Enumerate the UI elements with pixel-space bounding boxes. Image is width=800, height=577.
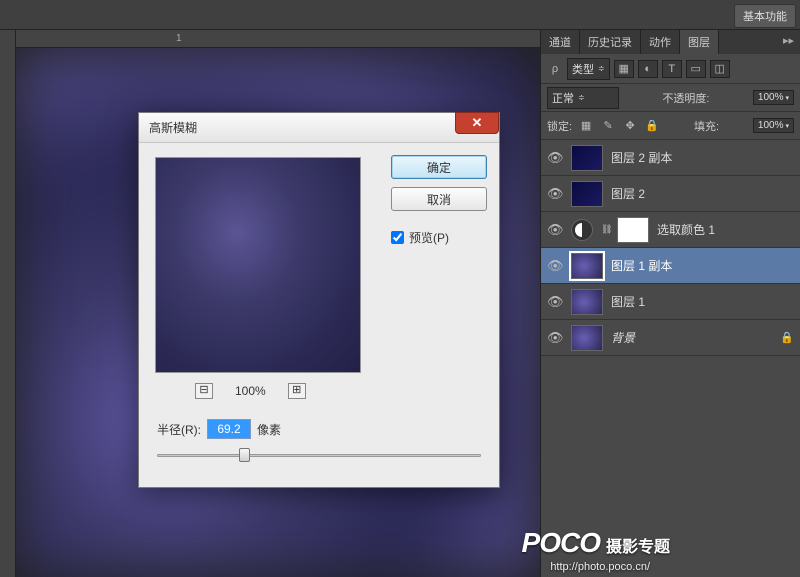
layer-name[interactable]: 图层 1 副本: [611, 257, 672, 274]
dialog-title: 高斯模糊: [149, 119, 197, 136]
layer-thumbnail[interactable]: [571, 181, 603, 207]
layer-thumbnail[interactable]: [571, 253, 603, 279]
slider-track: [157, 454, 481, 457]
zoom-level: 100%: [235, 384, 266, 398]
visibility-icon[interactable]: 👁: [547, 330, 563, 346]
visibility-icon[interactable]: 👁: [547, 294, 563, 310]
close-icon: ✕: [472, 115, 483, 131]
zoom-in-button[interactable]: ⊞: [288, 383, 306, 399]
panel-menu-icon[interactable]: ▸▸: [777, 30, 800, 54]
visibility-icon[interactable]: 👁: [547, 222, 563, 238]
gaussian-blur-dialog: 高斯模糊 ✕ ⊟ 100% ⊞ 半径(R): 像素: [138, 112, 500, 488]
layer-thumbnail[interactable]: [571, 325, 603, 351]
fill-label: 填充:: [694, 118, 719, 134]
layer-row[interactable]: 👁 图层 1: [541, 284, 800, 320]
layers-list: 👁 图层 2 副本 👁 图层 2 👁 ⛓ 选取颜色 1 �: [541, 140, 800, 356]
layer-name[interactable]: 选取颜色 1: [657, 221, 715, 238]
right-panel: 通道 历史记录 动作 图层 ▸▸ ρ 类型≑ ▦ ◐ T ▭ ◫ 正常≑: [540, 30, 800, 577]
visibility-icon[interactable]: 👁: [547, 186, 563, 202]
opacity-label: 不透明度:: [662, 90, 709, 106]
slider-knob[interactable]: [239, 448, 250, 462]
link-icon: ⛓: [601, 224, 609, 235]
chevron-down-icon: ≑: [598, 64, 605, 73]
filter-smart-icon[interactable]: ◫: [710, 60, 730, 78]
lock-paint-icon[interactable]: ✎: [600, 119, 616, 133]
tab-actions[interactable]: 动作: [641, 30, 680, 54]
layer-row[interactable]: 👁 ⛓ 选取颜色 1: [541, 212, 800, 248]
preview-checkbox-row[interactable]: 预览(P): [391, 229, 487, 246]
filter-shape-icon[interactable]: ▭: [686, 60, 706, 78]
radius-slider[interactable]: [157, 447, 481, 463]
ruler-vertical: [0, 30, 16, 577]
radius-unit: 像素: [257, 421, 281, 438]
layer-thumbnail[interactable]: [571, 145, 603, 171]
zoom-out-button[interactable]: ⊟: [195, 383, 213, 399]
filter-adjust-icon[interactable]: ◐: [638, 60, 658, 78]
layer-row-selected[interactable]: 👁 图层 1 副本: [541, 248, 800, 284]
tab-channels[interactable]: 通道: [541, 30, 580, 54]
adjustment-icon[interactable]: [571, 219, 593, 241]
layer-row[interactable]: 👁 图层 2: [541, 176, 800, 212]
dialog-titlebar[interactable]: 高斯模糊 ✕: [139, 113, 499, 143]
radius-label: 半径(R):: [157, 421, 201, 438]
visibility-icon[interactable]: 👁: [547, 258, 563, 274]
layer-thumbnail[interactable]: [571, 289, 603, 315]
preview-box[interactable]: [155, 157, 361, 373]
ruler-horizontal: 1: [16, 30, 540, 48]
opacity-field[interactable]: 100%▾: [753, 90, 794, 105]
fill-field[interactable]: 100%▾: [753, 118, 794, 133]
layer-name[interactable]: 图层 2: [611, 185, 645, 202]
basic-functions-button[interactable]: 基本功能: [734, 4, 796, 28]
search-icon[interactable]: ρ: [547, 62, 563, 76]
layer-name[interactable]: 背景: [611, 329, 635, 346]
ok-button[interactable]: 确定: [391, 155, 487, 179]
watermark: POCO 摄影专题: [522, 527, 670, 559]
blend-mode-select[interactable]: 正常≑: [547, 87, 619, 109]
layer-name[interactable]: 图层 1: [611, 293, 645, 310]
filter-pixel-icon[interactable]: ▦: [614, 60, 634, 78]
lock-icon: 🔒: [780, 331, 794, 344]
watermark-sub: 摄影专题: [606, 533, 670, 557]
watermark-url: http://photo.poco.cn/: [550, 561, 650, 573]
layer-row[interactable]: 👁 图层 2 副本: [541, 140, 800, 176]
visibility-icon[interactable]: 👁: [547, 150, 563, 166]
layer-row[interactable]: 👁 背景 🔒: [541, 320, 800, 356]
chevron-down-icon: ≑: [578, 93, 585, 102]
layer-filter-kind[interactable]: 类型≑: [567, 58, 610, 80]
filter-type-icon[interactable]: T: [662, 60, 682, 78]
close-button[interactable]: ✕: [455, 112, 499, 134]
lock-label: 锁定:: [547, 118, 572, 134]
tab-history[interactable]: 历史记录: [580, 30, 641, 54]
lock-all-icon[interactable]: 🔒: [644, 119, 660, 133]
preview-checkbox-label: 预览(P): [409, 229, 449, 246]
lock-position-icon[interactable]: ✥: [622, 119, 638, 133]
tab-layers[interactable]: 图层: [680, 30, 719, 54]
watermark-brand: POCO: [522, 527, 600, 559]
preview-checkbox[interactable]: [391, 231, 404, 244]
layer-name[interactable]: 图层 2 副本: [611, 149, 672, 166]
lock-pixels-icon[interactable]: ▦: [578, 119, 594, 133]
mask-thumbnail[interactable]: [617, 217, 649, 243]
radius-input[interactable]: [207, 419, 251, 439]
cancel-button[interactable]: 取消: [391, 187, 487, 211]
